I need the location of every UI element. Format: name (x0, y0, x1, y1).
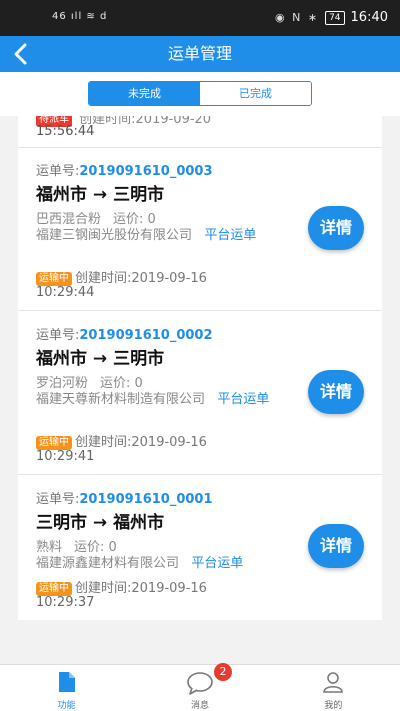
nav-label: 消息 (190, 701, 209, 711)
waybill-no: 2019091610_0003 (79, 164, 213, 179)
waybill-number: 运单号:2019091610_0003 (36, 160, 213, 179)
list-item[interactable]: 运单号:2019091610_0003 福州市 → 三明市 巴西混合粉 运价: 0… (18, 148, 382, 311)
status-badge: 运输中 (36, 436, 72, 450)
nav-profile[interactable]: 我的 (267, 665, 400, 711)
created-clock: 10:29:37 (36, 595, 95, 610)
route: 福州市 → 三明市 (36, 349, 165, 369)
company-name: 福建三钢闽光股份有限公司 (36, 228, 193, 243)
route: 三明市 → 福州市 (36, 513, 165, 533)
platform-tag: 平台运单 (217, 392, 270, 407)
status-bar: 46 ıll ≋ d ◉ N ∗ 74 16:40 (0, 0, 400, 36)
status-badge: 运输中 (36, 582, 72, 596)
freight-price: 运价: 0 (113, 212, 156, 227)
user-icon (323, 672, 344, 693)
app-header: 运单管理 (0, 36, 400, 72)
created-time: 创建时间:2019-09-16 (75, 435, 207, 450)
message-count-badge: 2 (214, 663, 232, 681)
goods-info: 罗泊河粉 运价: 0 (36, 372, 143, 391)
goods-info: 巴西混合粉 运价: 0 (36, 208, 156, 227)
platform-tag: 平台运单 (204, 228, 257, 243)
battery-icon: 74 (325, 10, 345, 25)
waybill-label: 运单号: (36, 164, 80, 179)
bottom-nav: 功能 消息 我的 2 (0, 663, 400, 711)
waybill-number: 运单号:2019091610_0002 (36, 324, 213, 343)
waybill-list[interactable]: 待派车 创建时间:2019-09-20 15:56:44 运单号:2019091… (18, 116, 382, 620)
company-name: 福建源鑫建材料有限公司 (36, 556, 180, 571)
created-clock: 10:29:44 (36, 285, 95, 300)
list-item[interactable]: 运单号:2019091610_0001 三明市 → 福州市 熟料 运价: 0 福建… (18, 476, 382, 620)
clock: 16:40 (350, 10, 388, 25)
status-bar-right: ◉ N ∗ 74 16:40 (275, 10, 388, 25)
status-row: 运输中 创建时间:2019-09-16 (36, 267, 207, 286)
freight-price: 运价: 0 (74, 540, 117, 555)
company-info: 福建源鑫建材料有限公司 平台运单 (36, 555, 298, 573)
waybill-no: 2019091610_0001 (79, 492, 213, 507)
chevron-left-icon (14, 43, 27, 65)
status-badge: 运输中 (36, 272, 72, 286)
waybill-label: 运单号: (36, 328, 80, 343)
page-title: 运单管理 (167, 44, 232, 63)
status-row: 运输中 创建时间:2019-09-16 (36, 577, 207, 596)
platform-tag: 平台运单 (191, 556, 244, 571)
created-clock: 15:56:44 (36, 124, 95, 139)
segmented-control: 未完成 已完成 (88, 81, 312, 106)
nav-functions[interactable]: 功能 (0, 665, 133, 711)
waybill-no: 2019091610_0002 (79, 328, 213, 343)
waybill-label: 运单号: (36, 492, 80, 507)
company-info: 福建三钢闽光股份有限公司 平台运单 (36, 227, 298, 245)
signal-indicators: 46 ıll ≋ d (52, 11, 108, 22)
company-name: 福建天尊新材料制造有限公司 (36, 392, 206, 407)
list-item-partial[interactable]: 待派车 创建时间:2019-09-20 15:56:44 (18, 116, 382, 148)
freight-price: 运价: 0 (100, 376, 143, 391)
document-icon (58, 672, 75, 692)
detail-button[interactable]: 详情 (308, 206, 364, 250)
waybill-number: 运单号:2019091610_0001 (36, 488, 213, 507)
created-time: 创建时间:2019-09-16 (75, 581, 207, 596)
created-time: 创建时间:2019-09-16 (75, 271, 207, 286)
detail-button[interactable]: 详情 (308, 370, 364, 414)
detail-button[interactable]: 详情 (308, 524, 364, 568)
system-icons: ◉ N ∗ (275, 11, 320, 24)
status-row: 运输中 创建时间:2019-09-16 (36, 431, 207, 450)
route: 福州市 → 三明市 (36, 185, 165, 205)
list-item[interactable]: 运单号:2019091610_0002 福州市 → 三明市 罗泊河粉 运价: 0 … (18, 312, 382, 475)
tab-incomplete[interactable]: 未完成 (89, 82, 200, 105)
goods-info: 熟料 运价: 0 (36, 536, 117, 555)
nav-label: 我的 (324, 701, 343, 711)
goods-name: 巴西混合粉 (36, 212, 102, 227)
company-info: 福建天尊新材料制造有限公司 平台运单 (36, 391, 298, 409)
nav-messages[interactable]: 消息 (133, 665, 266, 711)
created-time: 创建时间:2019-09-20 (79, 116, 212, 127)
goods-name: 熟料 (36, 540, 63, 555)
tab-bar: 未完成 已完成 (0, 72, 400, 116)
back-button[interactable] (8, 40, 34, 68)
goods-name: 罗泊河粉 (36, 376, 89, 391)
tab-completed[interactable]: 已完成 (200, 82, 311, 105)
nav-label: 功能 (57, 701, 76, 711)
chat-icon (187, 672, 213, 695)
created-clock: 10:29:41 (36, 449, 95, 464)
